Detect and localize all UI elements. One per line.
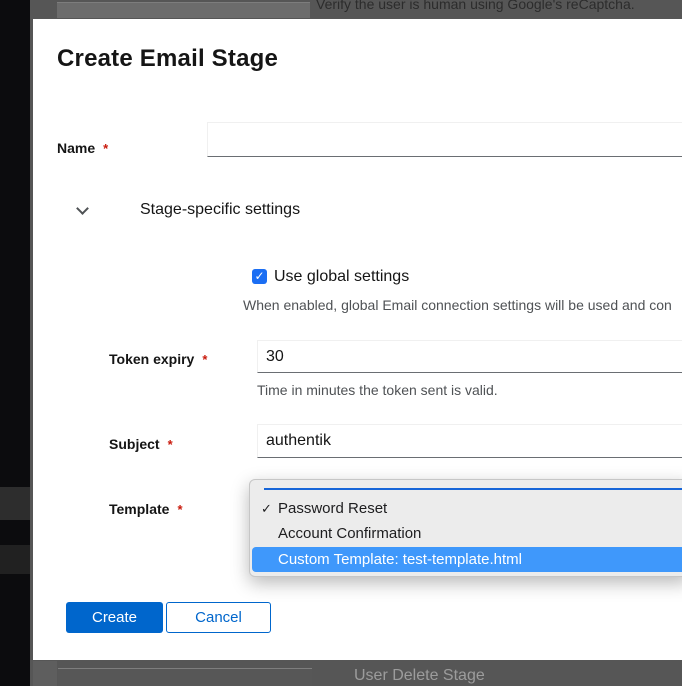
name-input[interactable] [207, 122, 682, 157]
cancel-button[interactable]: Cancel [166, 602, 271, 633]
background-row-stage-name: User Delete Stage [354, 667, 485, 685]
subject-input[interactable] [257, 424, 682, 458]
use-global-settings-label: Use global settings [274, 268, 409, 286]
token-expiry-help: Time in minutes the token sent is valid. [257, 382, 498, 398]
select-focus-border [264, 488, 682, 490]
required-asterisk: * [202, 352, 207, 367]
template-select-dropdown: ✓Password Reset Account Confirmation Cus… [249, 479, 682, 577]
dropdown-option-account-confirmation[interactable]: Account Confirmation [252, 521, 682, 547]
stage-specific-settings-toggle[interactable]: Stage-specific settings [71, 197, 331, 227]
sidebar-item-highlight [0, 545, 30, 574]
dropdown-option-custom-template[interactable]: Custom Template: test-template.html [252, 547, 682, 572]
modal-title: Create Email Stage [57, 45, 278, 73]
required-asterisk: * [168, 437, 173, 452]
background-table-cell [58, 668, 312, 686]
background-row-description: Verify the user is human using Google's … [316, 0, 635, 12]
background-table-checkbox-cell [33, 661, 57, 686]
template-label: Template* [109, 501, 183, 517]
subject-label: Subject* [109, 436, 173, 452]
required-asterisk: * [177, 502, 182, 517]
chevron-down-icon [76, 202, 89, 215]
token-expiry-label: Token expiry* [109, 351, 207, 367]
group-label: Stage-specific settings [140, 201, 300, 219]
required-asterisk: * [103, 141, 108, 156]
background-table-cell [57, 2, 310, 18]
sidebar-item-highlight [0, 487, 30, 520]
create-button[interactable]: Create [66, 602, 163, 633]
checkmark-icon: ✓ [261, 496, 272, 522]
use-global-settings-help: When enabled, global Email connection se… [243, 297, 672, 313]
dropdown-option-password-reset[interactable]: ✓Password Reset [252, 496, 682, 522]
token-expiry-input[interactable] [257, 340, 682, 373]
use-global-settings-checkbox[interactable]: ✓ [252, 269, 267, 284]
name-label: Name* [57, 140, 108, 156]
app-sidebar-dimmed [0, 0, 30, 686]
create-email-stage-modal: Create Email Stage Name* Stage-specific … [33, 19, 682, 660]
